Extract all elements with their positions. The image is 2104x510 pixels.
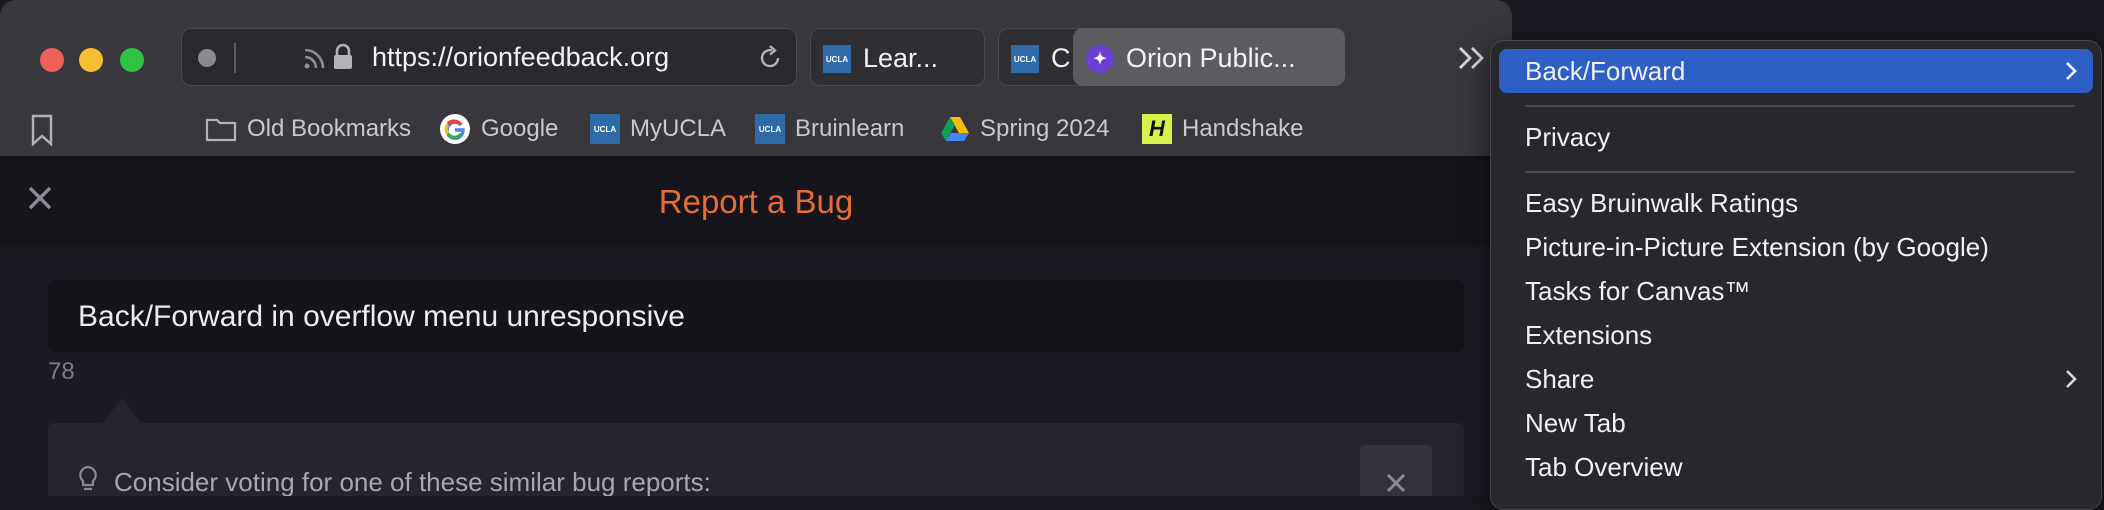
bookmark-label: MyUCLA (630, 115, 727, 142)
menu-item-label: Share (1525, 364, 1595, 394)
lightbulb-icon (79, 465, 97, 491)
bookmark-label: Google (481, 115, 559, 142)
menu-item-tasks-for-canvas[interactable]: Tasks for Canvas™ (1499, 269, 2093, 313)
bookmark-bruinlearn[interactable]: UCLA Bruinlearn (755, 112, 904, 146)
bookmark-label: Old Bookmarks (247, 115, 412, 142)
bookmark-label: Handshake (1182, 115, 1304, 142)
bug-title-input[interactable]: Back/Forward in overflow menu unresponsi… (48, 280, 1464, 352)
browser-toolbar: https://orionfeedback.org UCLA Lear... U… (0, 0, 1512, 157)
menu-item-share[interactable]: Share (1499, 357, 2093, 401)
tab-orion-public[interactable]: ✦ Orion Public... (1073, 28, 1345, 86)
ucla-favicon: UCLA (1011, 45, 1039, 73)
menu-item-label: Privacy (1525, 122, 1611, 152)
tab-label: C (1051, 43, 1071, 73)
menu-item-privacy[interactable]: Privacy (1499, 115, 2093, 159)
page-title: Report a Bug (658, 183, 854, 220)
close-icon (1386, 473, 1406, 493)
tab-learn[interactable]: UCLA Lear... (810, 28, 985, 86)
minimize-window-button[interactable] (79, 48, 103, 72)
menu-item-label: Tasks for Canvas™ (1525, 276, 1751, 306)
ucla-favicon: UCLA (823, 45, 851, 73)
menu-item-back-forward[interactable]: Back/Forward (1499, 49, 2093, 93)
handshake-icon: H (1142, 114, 1172, 144)
bug-title-value: Back/Forward in overflow menu unresponsi… (78, 300, 685, 333)
address-bar[interactable]: https://orionfeedback.org (181, 28, 797, 86)
bookmark-old-bookmarks[interactable]: Old Bookmarks (205, 112, 411, 146)
bookmark-label: Spring 2024 (980, 115, 1110, 142)
chevron-right-icon (2066, 62, 2077, 80)
bookmark-icon[interactable] (30, 114, 54, 146)
menu-item-label: Back/Forward (1525, 56, 1686, 86)
overflow-menu: Back/Forward Privacy Easy Bruinwalk Rati… (1490, 40, 2102, 510)
menu-item-new-tab[interactable]: New Tab (1499, 401, 2093, 445)
menu-item-label: Picture-in-Picture Extension (by Google) (1525, 232, 1989, 262)
ucla-icon: UCLA (755, 114, 785, 144)
menu-item-tab-overview[interactable]: Tab Overview (1499, 445, 2093, 489)
folder-icon (205, 118, 237, 142)
reload-icon[interactable] (756, 44, 784, 72)
ucla-icon: UCLA (590, 114, 620, 144)
chevron-right-icon (2066, 370, 2077, 388)
orion-favicon: ✦ (1086, 45, 1114, 73)
menu-item-extensions[interactable]: Extensions (1499, 313, 2093, 357)
bookmark-handshake[interactable]: H Handshake (1142, 112, 1303, 146)
menu-item-label: Extensions (1525, 320, 1653, 350)
bookmark-google[interactable]: Google (439, 112, 558, 146)
lock-icon (334, 43, 352, 69)
zoom-window-button[interactable] (120, 48, 144, 72)
google-icon (440, 114, 470, 144)
callout-pointer (102, 398, 142, 424)
rss-icon[interactable] (302, 45, 328, 71)
similar-reports-text: Consider voting for one of these similar… (114, 467, 711, 496)
tab-label: Lear... (863, 43, 939, 73)
character-count: 78 (48, 358, 75, 385)
similar-reports-panel: Consider voting for one of these similar… (48, 423, 1464, 496)
menu-item-label: Tab Overview (1525, 452, 1683, 482)
bookmark-myucla[interactable]: UCLA MyUCLA (590, 112, 726, 146)
google-drive-icon (941, 117, 969, 141)
bookmark-label: Bruinlearn (795, 115, 905, 142)
url-text[interactable]: https://orionfeedback.org (372, 42, 669, 73)
menu-separator (1525, 105, 2075, 107)
menu-separator (1525, 171, 2075, 173)
browser-window: https://orionfeedback.org UCLA Lear... U… (0, 0, 1512, 496)
menu-item-label: Easy Bruinwalk Ratings (1525, 188, 1799, 218)
menu-item-label: New Tab (1525, 408, 1626, 438)
site-status-icon[interactable] (198, 49, 216, 67)
close-window-button[interactable] (40, 48, 64, 72)
address-divider (234, 43, 236, 73)
dismiss-suggestions-button[interactable] (1360, 445, 1432, 496)
menu-item-picture-in-picture[interactable]: Picture-in-Picture Extension (by Google) (1499, 225, 2093, 269)
overflow-menu-icon[interactable] (1456, 44, 1488, 72)
tab-label: Orion Public... (1126, 43, 1296, 73)
menu-item-easy-bruinwalk-ratings[interactable]: Easy Bruinwalk Ratings (1499, 181, 2093, 225)
bookmark-spring-2024[interactable]: Spring 2024 (940, 112, 1109, 146)
